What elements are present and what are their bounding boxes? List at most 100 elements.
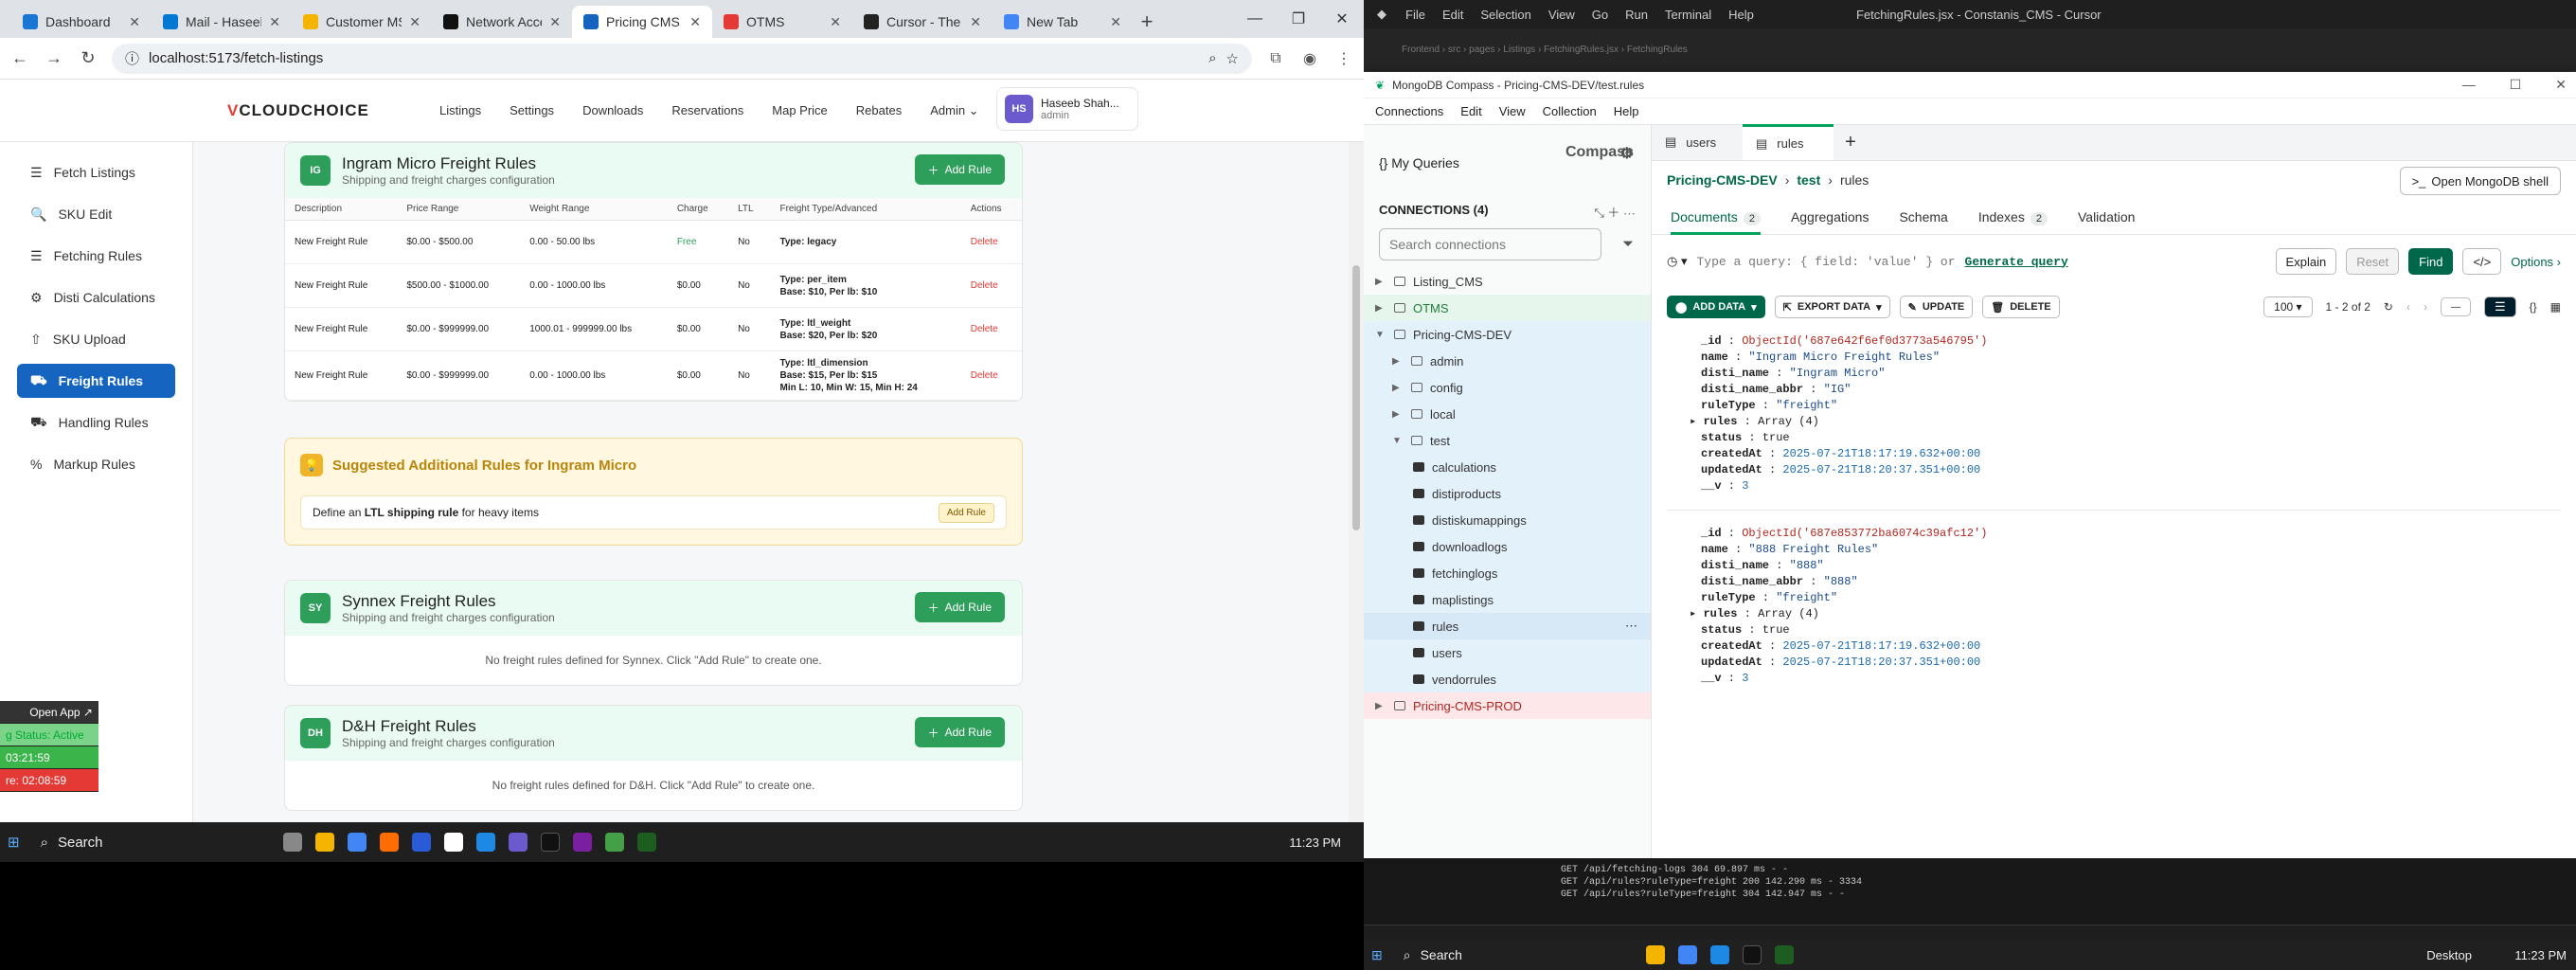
vscode-icon[interactable] [1709,945,1729,964]
gear-icon[interactable]: ⚙ [1620,144,1634,163]
sidebar-item[interactable]: ⛟ Freight Rules [17,364,175,398]
excel-icon[interactable] [1774,945,1794,964]
find-button[interactable]: Find [2408,248,2454,275]
tree-item-config[interactable]: ▶ config [1364,374,1651,401]
reload-icon[interactable]: ↻ [78,48,98,68]
suggestion-add-button[interactable]: Add Rule [938,502,994,523]
generate-query-link[interactable]: Generate query [1965,255,2068,269]
tree-item-otms[interactable]: ▶ OTMS [1364,295,1651,321]
taskbar-search[interactable]: ⌕ Search [1396,940,1633,970]
app-icon[interactable] [604,833,624,852]
logo[interactable]: VCLOUDCHOICE [227,101,369,120]
close-tab-icon[interactable]: ✕ [970,14,981,30]
json-view-icon[interactable]: {} [2530,300,2537,314]
scroll-thumb[interactable] [1352,265,1360,530]
chrome-icon[interactable] [1677,945,1697,964]
sidebar-item[interactable]: ⇧ SKU Upload [17,322,175,356]
tree-item-calculations[interactable]: calculations [1364,454,1651,480]
new-tab-button[interactable]: + [1133,6,1161,38]
vscode-icon[interactable] [475,833,495,852]
nav-link[interactable]: Admin ⌄ [930,103,978,118]
new-tab-button[interactable]: + [1834,124,1868,160]
browser-tab[interactable]: New Tab ✕ [993,6,1133,38]
tree-item-pricing-cms-prod[interactable]: ▶ Pricing-CMS-PROD [1364,692,1651,719]
connection-actions[interactable]: ⤡ ＋ ⋯ [1594,203,1636,221]
sidebar-item[interactable]: % Markup Rules [17,447,175,481]
bookmark-icon[interactable]: ☆ [1226,50,1239,67]
close-tab-icon[interactable]: ✕ [689,14,701,30]
tree-item-local[interactable]: ▶ local [1364,401,1651,427]
delete-link[interactable]: Delete [971,280,998,291]
query-history-icon[interactable]: ◷ ▾ [1667,254,1687,269]
url-field[interactable]: ⓘ localhost:5173/fetch-listings ⌕ ☆ [112,43,1252,74]
menu-item[interactable]: Help [1728,8,1754,22]
sidebar-item[interactable]: 🔍 SKU Edit [17,197,175,231]
menu-item[interactable]: Run [1625,8,1648,22]
forward-icon[interactable]: → [44,48,64,68]
delete-link[interactable]: Delete [971,237,998,247]
tab-documents[interactable]: Documents 2 [1671,209,1761,235]
browser-tab[interactable]: Customer MS ✕ [292,6,432,38]
browser-tab[interactable]: OTMS ✕ [712,6,852,38]
refresh-icon[interactable]: ↻ [2384,300,2393,314]
close-tab-icon[interactable]: ✕ [830,14,841,30]
close-tab-icon[interactable]: ✕ [409,14,420,30]
tree-item-rules[interactable]: rules ⋯ [1364,613,1651,639]
zoom-icon[interactable]: ⌕ [1208,50,1216,66]
nav-link[interactable]: Settings [510,103,554,118]
close-tab-icon[interactable]: ✕ [269,14,280,30]
collapse-icon[interactable]: — [2440,297,2471,316]
breadcrumb-connection[interactable]: Pricing-CMS-DEV [1667,172,1778,188]
tree-item-admin[interactable]: ▶ admin [1364,348,1651,374]
delete-button[interactable]: 🗑 DELETE [1982,296,2060,318]
add-data-button[interactable]: ⬤ ADD DATA ▾ [1667,296,1765,318]
close-icon[interactable]: ✕ [1320,0,1364,38]
app-icon[interactable] [411,833,431,852]
app-icon[interactable] [379,833,399,852]
nav-link[interactable]: Map Price [772,103,828,118]
page-scrollbar[interactable] [1349,142,1364,824]
update-button[interactable]: ✎ UPDATE [1899,296,1974,318]
back-icon[interactable]: ← [9,48,30,68]
tab-aggregations[interactable]: Aggregations [1791,209,1869,225]
reset-button[interactable]: Reset [2346,248,2400,275]
tree-item-downloadlogs[interactable]: downloadlogs [1364,533,1651,560]
chevron-right-icon[interactable]: ▶ [1392,356,1404,367]
query-input[interactable]: Type a query: { field: 'value' } or Gene… [1696,246,2265,277]
chevron-right-icon[interactable]: ▶ [1375,277,1386,287]
nav-link[interactable]: Reservations [671,103,743,118]
chevron-right-icon[interactable]: ▶ [1392,383,1404,393]
chevron-right-icon[interactable]: ▶ [1392,409,1404,420]
browser-tab[interactable]: Network Access ✕ [432,6,572,38]
close-icon[interactable]: ✕ [2555,77,2567,93]
browser-tab[interactable]: Pricing CMS ✕ [572,6,712,38]
breadcrumb-database[interactable]: test [1797,172,1820,188]
start-icon[interactable]: ⊞ [1371,947,1383,963]
more-icon[interactable]: ⋯ [1625,619,1637,634]
profile-icon[interactable]: ◉ [1299,49,1320,68]
chevron-right-icon[interactable]: ▶ [1375,701,1386,711]
chevron-down-icon[interactable]: ▼ [1375,330,1386,340]
menu-item[interactable]: Go [1592,8,1608,22]
nav-link[interactable]: Rebates [856,103,902,118]
menu-item[interactable]: Help [1614,104,1639,118]
page-size-select[interactable]: 100 ▾ [2263,296,2313,317]
tab-indexes[interactable]: Indexes 2 [1978,209,2048,225]
filter-icon[interactable]: ⏷ [1622,236,1634,252]
expand-icon[interactable]: ▸ [1690,415,1703,428]
tree-item-distiproducts[interactable]: distiproducts [1364,480,1651,507]
sidebar-item[interactable]: ☰ Fetch Listings [17,155,175,189]
chrome-icon[interactable] [347,833,367,852]
close-tab-icon[interactable]: ✕ [1110,14,1121,30]
user-menu[interactable]: HS Haseeb Shah... admin [996,87,1138,131]
cursor-icon[interactable] [540,833,560,852]
excel-icon[interactable] [636,833,656,852]
cursor-icon[interactable] [1742,945,1762,964]
nav-link[interactable]: Listings [439,103,481,118]
open-app-button[interactable]: Open App ↗ [0,701,98,724]
tree-item-vendorrules[interactable]: vendorrules [1364,666,1651,692]
app-icon[interactable] [443,833,463,852]
tree-item-fetchinglogs[interactable]: fetchinglogs [1364,560,1651,586]
site-info-icon[interactable]: ⓘ [125,48,139,68]
menu-item[interactable]: View [1499,104,1526,118]
